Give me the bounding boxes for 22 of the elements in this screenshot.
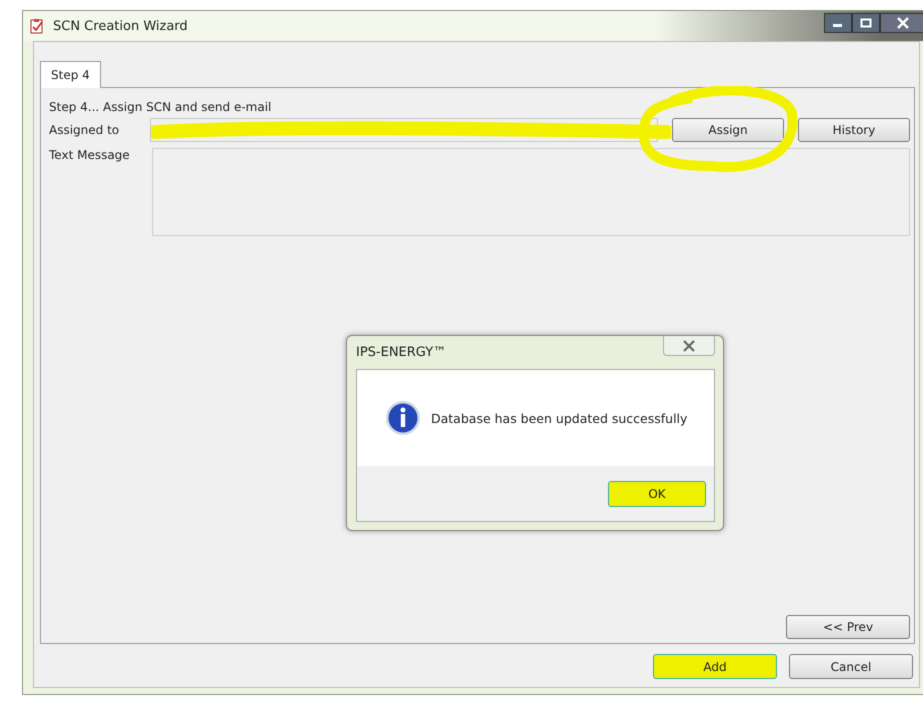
- history-button[interactable]: History: [798, 118, 910, 142]
- field-label: Assigned to: [49, 123, 120, 137]
- step-heading: Step 4... Assign SCN and send e-mail: [49, 100, 272, 114]
- close-button[interactable]: [880, 13, 923, 33]
- info-icon: [385, 400, 421, 436]
- minimize-button[interactable]: [824, 13, 852, 33]
- maximize-button[interactable]: [852, 13, 880, 33]
- clipboard-icon: [29, 18, 45, 34]
- prev-button[interactable]: << Prev: [786, 615, 910, 639]
- dialog-title: IPS-ENERGY™: [356, 345, 446, 360]
- maximize-icon: [860, 18, 872, 28]
- text-message-field[interactable]: [152, 148, 910, 236]
- assign-button[interactable]: Assign: [672, 118, 784, 142]
- field-label: Text Message: [49, 148, 131, 162]
- tab[interactable]: Step 4: [40, 61, 101, 88]
- dialog-message: Database has been updated successfully: [431, 410, 688, 426]
- cancel-button[interactable]: Cancel: [789, 654, 913, 679]
- add-button[interactable]: Add: [653, 654, 777, 679]
- ok-button[interactable]: OK: [608, 480, 706, 506]
- window-title: SCN Creation Wizard: [53, 18, 188, 34]
- close-icon: [896, 17, 910, 29]
- close-icon: [681, 340, 697, 352]
